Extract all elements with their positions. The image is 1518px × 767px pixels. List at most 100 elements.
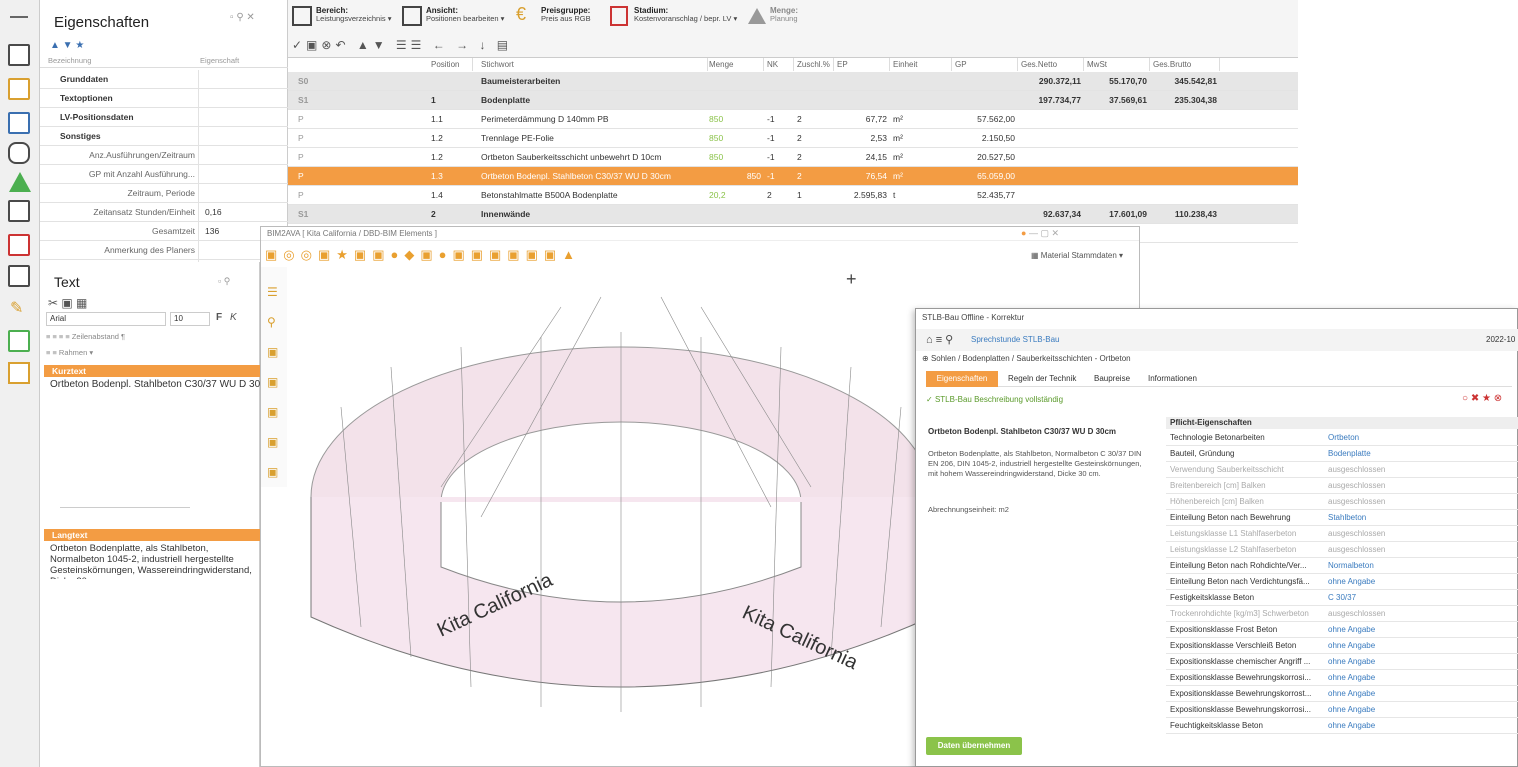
stlb-property-value[interactable]: ausgeschlossen [1328, 462, 1385, 478]
stadium-dropdown[interactable]: Stadium: Kostenvoranschlag / bepr. LV ▾ [634, 7, 737, 23]
stlb-property-value[interactable]: ausgeschlossen [1328, 526, 1385, 542]
table-row[interactable]: P 1.3 Ortbeton Bodenpl. Stahlbeton C30/37 … [288, 167, 1298, 186]
grid-header[interactable]: Einheit [890, 58, 952, 71]
formatting-toolbar[interactable]: ≡ ≡ ≡ ≡ Zeilenabstand ¶ [46, 332, 125, 341]
cell-mwst[interactable]: 37.569,61 [1087, 91, 1147, 110]
font-select[interactable]: Arial [46, 312, 166, 326]
grid-actions-icons[interactable]: ✓▣⊗↶ ▲▼ ☰☰ ← → ↓ ▤ [292, 38, 512, 52]
cell-z[interactable]: 2 [797, 167, 831, 186]
italic-button[interactable]: K [230, 312, 237, 323]
grid-header[interactable]: NK [764, 58, 794, 71]
stlb-property-value[interactable]: ohne Angabe [1328, 574, 1375, 590]
stlb-property-row[interactable]: Expositionsklasse Bewehrungskorrost... oh… [1166, 686, 1518, 702]
cell-gp[interactable]: 20.527,50 [955, 148, 1015, 167]
stlb-property-value[interactable]: ohne Angabe [1328, 702, 1375, 718]
stlb-property-row[interactable]: Verwendung Sauberkeitsschicht ausgeschlos… [1166, 462, 1518, 478]
cell-text[interactable]: Baumeisterarbeiten [481, 72, 705, 91]
cell-gp[interactable]: 57.562,00 [955, 110, 1015, 129]
stlb-property-value[interactable]: ausgeschlossen [1328, 542, 1385, 558]
stlb-property-value[interactable]: Normalbeton [1328, 558, 1374, 574]
stlb-property-value[interactable]: ausgeschlossen [1328, 494, 1385, 510]
cell-menge[interactable]: 850 [709, 129, 761, 148]
bereich-icon[interactable] [292, 6, 312, 26]
cell-unit[interactable]: m² [893, 110, 949, 129]
quantity-pyramid-icon[interactable] [9, 172, 31, 192]
cell-mwst[interactable]: 55.170,70 [1087, 72, 1147, 91]
consult-link[interactable]: Sprechstunde STLB-Bau [971, 335, 1060, 344]
property-row[interactable]: Anz.Ausführungen/Zeitraum [40, 146, 288, 165]
property-row[interactable]: GP mit Anzahl Ausführung... [40, 165, 288, 184]
cell-pos[interactable]: 1.3 [431, 167, 470, 186]
edit-tools-icons[interactable]: ✂ ▣ ▦ [48, 296, 87, 310]
property-value[interactable] [198, 165, 288, 184]
cell-gp[interactable]: 65.059,00 [955, 167, 1015, 186]
stlb-property-row[interactable]: Expositionsklasse Bewehrungskorrosi... oh… [1166, 702, 1518, 718]
cell-z[interactable]: 2 [797, 148, 831, 167]
stlb-property-row[interactable]: Einteilung Beton nach Bewehrung Stahlbeto… [1166, 510, 1518, 526]
preisgruppe-dropdown[interactable]: Preisgruppe: Preis aus RGB [541, 7, 591, 23]
cell-text[interactable]: Bodenplatte [481, 91, 705, 110]
stlb-property-value[interactable]: ausgeschlossen [1328, 478, 1385, 494]
cell-netto[interactable]: 92.637,34 [1021, 205, 1081, 224]
cell-ep[interactable]: 24,15 [837, 148, 887, 167]
table-row[interactable]: S1 2 Innenwände 92.637,34 17.601,09 110.238,4… [288, 205, 1298, 224]
panel-controls[interactable]: ▫ ⚲ ✕ [230, 12, 255, 23]
menu-icon[interactable] [10, 16, 28, 18]
cell-brutto[interactable]: 235.304,38 [1153, 91, 1217, 110]
cell-nk[interactable]: -1 [767, 110, 791, 129]
model-toolbar-icons[interactable]: ▣◎◎▣★▣▣●◆▣●▣▣▣▣▣▣▲ [265, 247, 581, 263]
stlb-property-value[interactable]: C 30/37 [1328, 590, 1356, 606]
property-value[interactable] [198, 108, 288, 127]
property-row[interactable]: Anmerkung des Planers [40, 241, 288, 260]
table-row[interactable]: S1 1 Bodenplatte 197.734,77 37.569,61 235.304… [288, 91, 1298, 110]
tab-eigenschaften[interactable]: Eigenschaften [926, 371, 998, 387]
stlb-property-value[interactable]: ohne Angabe [1328, 718, 1375, 734]
property-value[interactable]: 0,16 [198, 203, 288, 222]
cell-text[interactable]: Innenwände [481, 205, 705, 224]
cell-nk[interactable]: 2 [767, 186, 791, 205]
document-list-icon[interactable] [8, 44, 30, 66]
ansicht-icon[interactable] [402, 6, 422, 26]
cell-text[interactable]: Ortbeton Sauberkeitsschicht unbewehrt D … [481, 148, 705, 167]
magic-wand-icon[interactable]: ✎ [10, 298, 30, 318]
property-row[interactable]: Grunddaten [40, 70, 288, 89]
grid-header[interactable]: Menge [706, 58, 764, 71]
cell-pos[interactable]: 1 [431, 91, 470, 110]
cell-mwst[interactable]: 17.601,09 [1087, 205, 1147, 224]
cell-brutto[interactable]: 345.542,81 [1153, 72, 1217, 91]
stlb-property-row[interactable]: Expositionsklasse Frost Beton ohne Angabe [1166, 622, 1518, 638]
folder-icon[interactable] [8, 362, 30, 384]
property-value[interactable] [198, 89, 288, 108]
tab-baupreise[interactable]: Baupreise [1094, 374, 1130, 383]
stadium-icon[interactable] [610, 6, 628, 26]
cell-unit[interactable]: m² [893, 129, 949, 148]
cell-menge[interactable]: 20,2 [709, 186, 761, 205]
checklist-icon[interactable] [8, 330, 30, 352]
stlb-property-value[interactable]: ohne Angabe [1328, 622, 1375, 638]
stlb-property-value[interactable]: ausgeschlossen [1328, 606, 1385, 622]
kurztext-content[interactable]: Ortbeton Bodenpl. Stahlbeton C30/37 WU D… [50, 379, 273, 390]
stlb-property-row[interactable]: Expositionsklasse chemischer Angriff ...… [1166, 654, 1518, 670]
text-panel-controls[interactable]: ▫ ⚲ [218, 276, 230, 287]
text-list-icon[interactable] [8, 200, 30, 222]
line-spacing-label[interactable]: Zeilenabstand [72, 332, 119, 341]
stlb-property-row[interactable]: Feuchtigkeitsklasse Beton ohne Angabe [1166, 718, 1518, 734]
import-arrow-icon[interactable] [8, 78, 30, 100]
grid-header[interactable]: Stichwort [478, 58, 708, 71]
cell-unit[interactable]: t [893, 186, 949, 205]
cell-menge[interactable]: 850 [709, 167, 761, 186]
cell-pos[interactable]: 1.1 [431, 110, 470, 129]
apply-data-button[interactable]: Daten übernehmen [926, 737, 1022, 755]
cell-nk[interactable]: -1 [767, 129, 791, 148]
table-row[interactable]: P 1.4 Betonstahlmatte B500A Bodenplatte 20,… [288, 186, 1298, 205]
table-row[interactable]: S0 Baumeisterarbeiten 290.372,11 55.170,70 3… [288, 72, 1298, 91]
stlb-property-row[interactable]: Breitenbereich [cm] Balken ausgeschlossen [1166, 478, 1518, 494]
tab-regeln[interactable]: Regeln der Technik [1008, 374, 1076, 383]
property-value[interactable] [198, 127, 288, 146]
cell-gp[interactable]: 52.435,77 [955, 186, 1015, 205]
menge-icon[interactable] [748, 8, 766, 24]
material-dropdown[interactable]: ▦ Material Stammdaten ▾ [1031, 251, 1123, 260]
cell-ep[interactable]: 76,54 [837, 167, 887, 186]
stlb-property-row[interactable]: Leistungsklasse L2 Stahlfaserbeton ausges… [1166, 542, 1518, 558]
cell-ep[interactable]: 2,53 [837, 129, 887, 148]
